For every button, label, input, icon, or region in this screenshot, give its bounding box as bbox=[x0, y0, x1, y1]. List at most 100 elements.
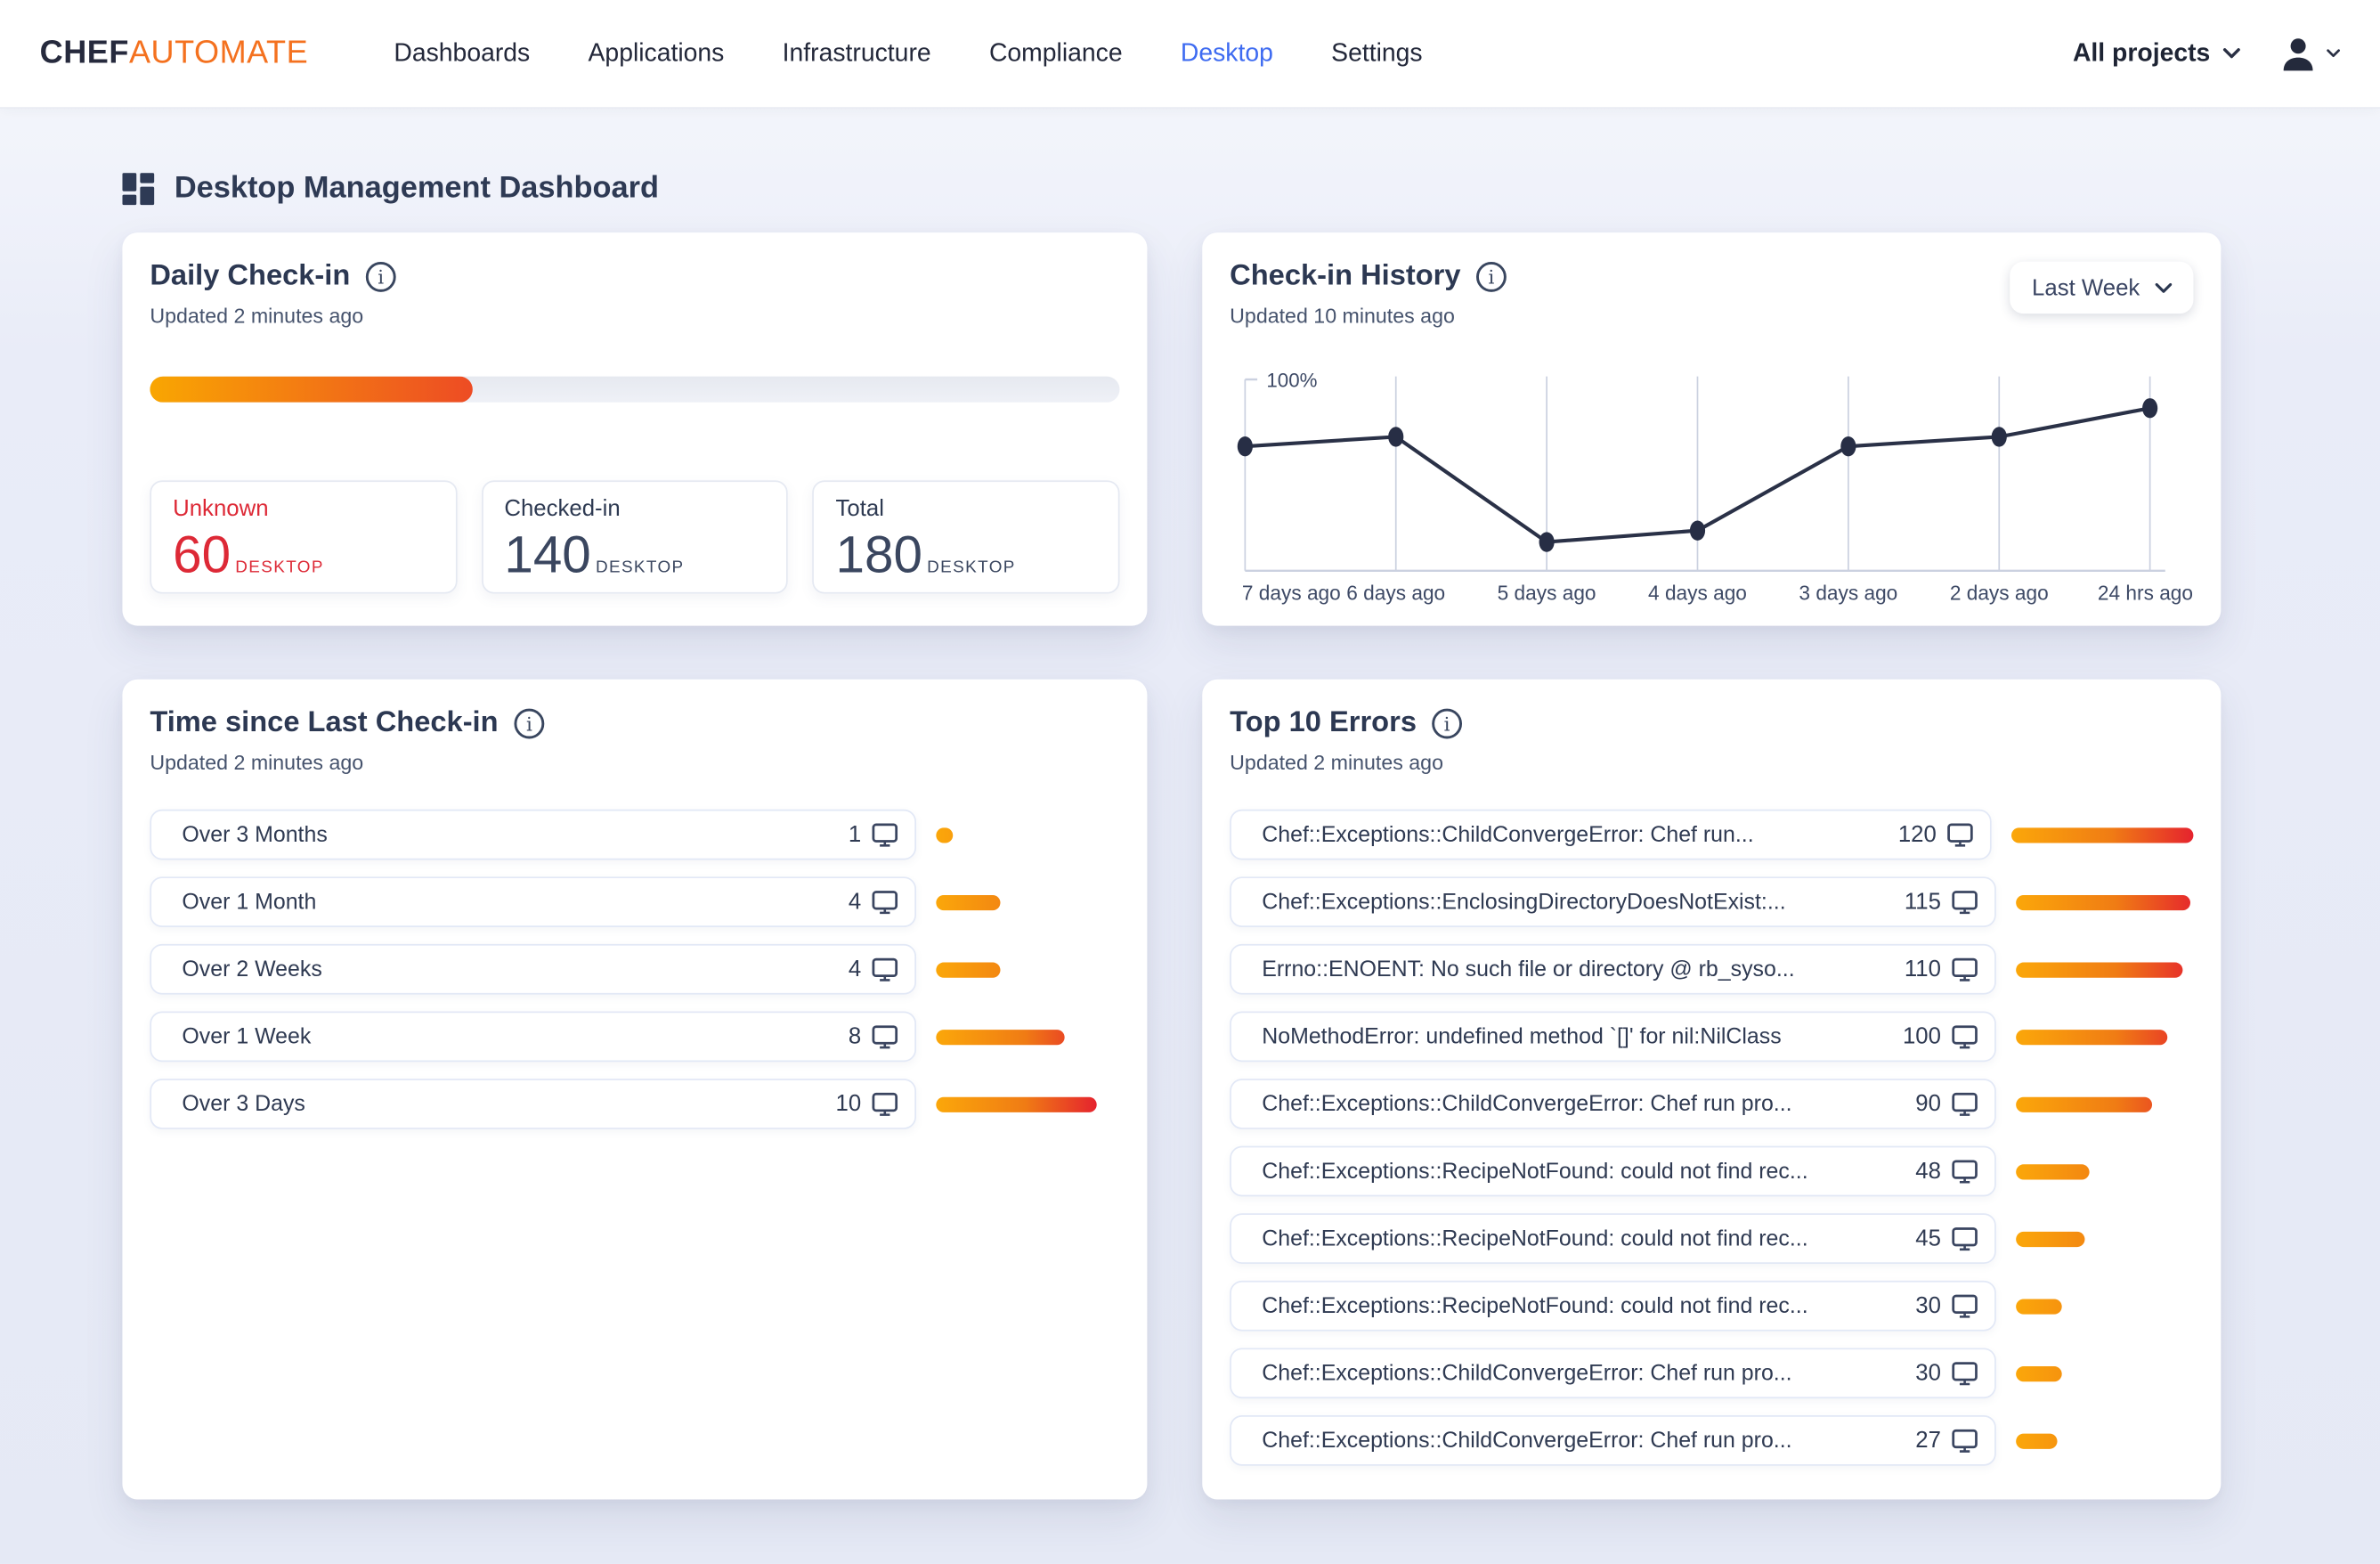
stat-checked-in: Checked-in 140 DESKTOP bbox=[482, 480, 789, 593]
row-label: Chef::Exceptions::ChildConvergeError: Ch… bbox=[1262, 1092, 1915, 1116]
row-count: 115 bbox=[1905, 889, 1941, 915]
row-count: 110 bbox=[1905, 957, 1941, 982]
list-line: Chef::Exceptions::ChildConvergeError: Ch… bbox=[1230, 1348, 2193, 1398]
nav-desktop[interactable]: Desktop bbox=[1181, 39, 1273, 69]
list-line: Errno::ENOENT: No such file or directory… bbox=[1230, 944, 2193, 995]
row-label: Over 3 Days bbox=[182, 1092, 835, 1116]
projects-dropdown[interactable]: All projects bbox=[2073, 39, 2241, 69]
list-line: Over 1 Month4 bbox=[150, 876, 1119, 927]
nav-compliance[interactable]: Compliance bbox=[989, 39, 1123, 69]
nav-dashboards[interactable]: Dashboards bbox=[394, 39, 530, 69]
dashboard-grid-icon bbox=[122, 173, 154, 205]
top-error-row[interactable]: NoMethodError: undefined method `[]' for… bbox=[1230, 1012, 1996, 1063]
svg-text:i: i bbox=[378, 266, 384, 289]
monitor-icon bbox=[1952, 1024, 1978, 1048]
monitor-icon bbox=[872, 822, 898, 846]
time-bar bbox=[936, 962, 1000, 977]
svg-text:100%: 100% bbox=[1266, 370, 1317, 392]
top-error-row[interactable]: Chef::Exceptions::RecipeNotFound: could … bbox=[1230, 1281, 1996, 1332]
row-count: 45 bbox=[1915, 1226, 1941, 1251]
top-error-row[interactable]: Chef::Exceptions::RecipeNotFound: could … bbox=[1230, 1213, 1996, 1264]
info-icon[interactable]: i bbox=[1474, 259, 1508, 293]
monitor-icon bbox=[872, 1024, 898, 1048]
svg-text:3 days ago: 3 days ago bbox=[1799, 581, 1897, 604]
chevron-down-icon bbox=[2327, 49, 2340, 58]
error-bar bbox=[2011, 827, 2193, 843]
info-icon[interactable]: i bbox=[1430, 706, 1464, 740]
row-label: Chef::Exceptions::EnclosingDirectoryDoes… bbox=[1262, 890, 1905, 914]
top-error-row[interactable]: Chef::Exceptions::ChildConvergeError: Ch… bbox=[1230, 810, 1991, 860]
stat-value: 180 bbox=[836, 529, 922, 581]
row-count: 4 bbox=[849, 889, 861, 915]
time-since-row[interactable]: Over 2 Weeks4 bbox=[150, 944, 916, 995]
list-line: Over 1 Week8 bbox=[150, 1012, 1119, 1063]
chart-data-point bbox=[1539, 532, 1555, 551]
row-label: Over 1 Week bbox=[182, 1024, 848, 1048]
top-error-row[interactable]: Errno::ENOENT: No such file or directory… bbox=[1230, 944, 1996, 995]
chef-automate-logo[interactable]: CHEFAUTOMATE bbox=[40, 36, 309, 72]
monitor-icon bbox=[1947, 822, 1973, 846]
page-title-row: Desktop Management Dashboard bbox=[122, 107, 2380, 207]
error-bar bbox=[2016, 962, 2182, 977]
time-since-updated: Updated 2 minutes ago bbox=[150, 750, 1119, 776]
list-line: Chef::Exceptions::ChildConvergeError: Ch… bbox=[1230, 1415, 2193, 1466]
user-menu[interactable] bbox=[2278, 33, 2340, 74]
top-error-row[interactable]: Chef::Exceptions::ChildConvergeError: Ch… bbox=[1230, 1079, 1996, 1129]
row-label: Errno::ENOENT: No such file or directory… bbox=[1262, 957, 1905, 982]
info-icon[interactable]: i bbox=[364, 259, 398, 293]
row-count: 10 bbox=[835, 1091, 861, 1117]
time-since-row[interactable]: Over 3 Months1 bbox=[150, 810, 916, 860]
time-since-row[interactable]: Over 1 Week8 bbox=[150, 1012, 916, 1063]
row-label: Chef::Exceptions::RecipeNotFound: could … bbox=[1262, 1293, 1915, 1317]
row-label: NoMethodError: undefined method `[]' for… bbox=[1262, 1024, 1903, 1048]
checkin-history-card: Check-in History i Updated 10 minutes ag… bbox=[1202, 232, 2221, 625]
list-line: Chef::Exceptions::RecipeNotFound: could … bbox=[1230, 1213, 2193, 1264]
daily-checkin-stats: Unknown 60 DESKTOP Checked-in 140 DESKTO… bbox=[150, 480, 1119, 593]
monitor-icon bbox=[1952, 1429, 1978, 1453]
projects-dropdown-label: All projects bbox=[2073, 39, 2210, 69]
time-bar bbox=[936, 827, 953, 843]
header-right: All projects bbox=[2073, 33, 2340, 74]
stat-unit: DESKTOP bbox=[596, 558, 685, 577]
stat-label: Checked-in bbox=[504, 496, 765, 522]
time-since-row[interactable]: Over 1 Month4 bbox=[150, 876, 916, 927]
nav-applications[interactable]: Applications bbox=[589, 39, 725, 69]
top-error-row[interactable]: Chef::Exceptions::ChildConvergeError: Ch… bbox=[1230, 1348, 1996, 1398]
logo-chef: CHEF bbox=[40, 36, 129, 71]
info-icon[interactable]: i bbox=[512, 706, 546, 740]
stat-unit: DESKTOP bbox=[235, 558, 324, 577]
monitor-icon bbox=[1952, 890, 1978, 914]
chevron-down-icon bbox=[2155, 282, 2172, 293]
time-range-dropdown[interactable]: Last Week bbox=[2010, 262, 2193, 314]
row-label: Chef::Exceptions::RecipeNotFound: could … bbox=[1262, 1226, 1915, 1250]
list-line: NoMethodError: undefined method `[]' for… bbox=[1230, 1012, 2193, 1063]
list-line: Over 3 Months1 bbox=[150, 810, 1119, 860]
stat-total: Total 180 DESKTOP bbox=[813, 480, 1120, 593]
monitor-icon bbox=[1952, 1159, 1978, 1183]
top-errors-updated: Updated 2 minutes ago bbox=[1230, 750, 2193, 776]
checkin-history-chart: 100%7 days ago6 days ago5 days ago4 days… bbox=[1230, 371, 2199, 607]
top-errors-title: Top 10 Errors bbox=[1230, 705, 1417, 741]
error-bar bbox=[2016, 894, 2190, 909]
list-line: Over 3 Days10 bbox=[150, 1079, 1119, 1129]
error-bar bbox=[2016, 1096, 2152, 1112]
time-since-row[interactable]: Over 3 Days10 bbox=[150, 1079, 916, 1129]
top-errors-list: Chef::Exceptions::ChildConvergeError: Ch… bbox=[1230, 810, 2193, 1466]
svg-text:4 days ago: 4 days ago bbox=[1648, 581, 1747, 604]
row-count: 48 bbox=[1915, 1158, 1941, 1184]
chart-data-point bbox=[1388, 427, 1403, 446]
monitor-icon bbox=[1952, 957, 1978, 982]
time-since-title: Time since Last Check-in bbox=[150, 705, 498, 741]
stat-value: 140 bbox=[504, 529, 590, 581]
top-error-row[interactable]: Chef::Exceptions::EnclosingDirectoryDoes… bbox=[1230, 876, 1996, 927]
row-count: 8 bbox=[849, 1023, 861, 1049]
svg-text:6 days ago: 6 days ago bbox=[1346, 581, 1445, 604]
top-error-row[interactable]: Chef::Exceptions::ChildConvergeError: Ch… bbox=[1230, 1415, 1996, 1466]
stat-label: Total bbox=[836, 496, 1097, 522]
nav-infrastructure[interactable]: Infrastructure bbox=[783, 39, 931, 69]
main-content: Desktop Management Dashboard Daily Check… bbox=[0, 107, 2380, 1499]
nav-settings[interactable]: Settings bbox=[1331, 39, 1422, 69]
stat-value: 60 bbox=[173, 529, 231, 581]
svg-text:i: i bbox=[1444, 713, 1450, 735]
top-error-row[interactable]: Chef::Exceptions::RecipeNotFound: could … bbox=[1230, 1146, 1996, 1197]
